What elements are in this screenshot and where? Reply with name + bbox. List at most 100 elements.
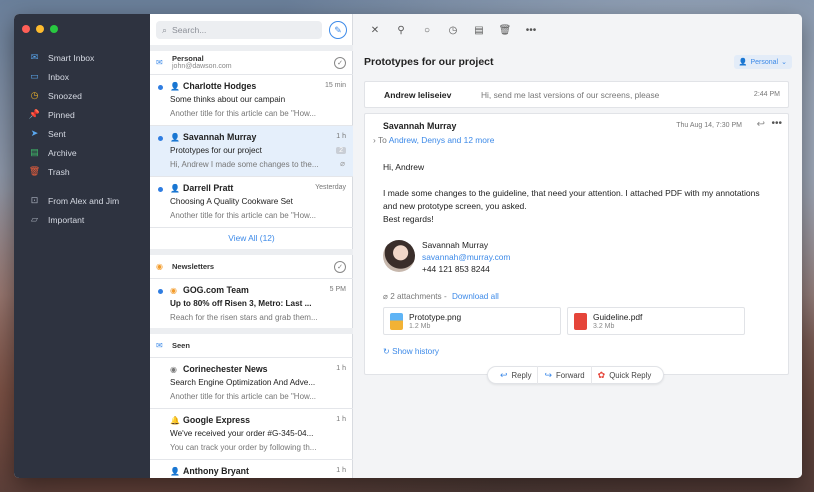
signature: Savannah Murray savannah@murray.com +44 … xyxy=(383,240,683,274)
attachment-item[interactable]: Prototype.png 1.2 Mb xyxy=(383,307,561,335)
sidebar-item-label: Sent xyxy=(48,128,66,139)
group-header-personal[interactable]: ✉ Personal john@dawson.com ✓ xyxy=(150,51,353,75)
message-time: 1 h xyxy=(336,416,346,423)
image-file-icon xyxy=(390,313,403,330)
reply-label: Reply xyxy=(511,370,532,380)
recipients-line[interactable]: › To Andrew, Denys and 12 more xyxy=(373,135,494,145)
message-preview: Reach for the risen stars and grab them.… xyxy=(170,313,318,322)
message-subject: We've received your order #G-345-04... xyxy=(170,429,314,438)
reply-actions-bar: ↩ Reply ↪ Forward ✿ Quick Reply xyxy=(487,366,665,384)
list-item[interactable]: 👤 Charlotte Hodges 15 min Some thinks ab… xyxy=(150,75,353,126)
show-history-link[interactable]: ↻ Show history xyxy=(383,346,439,356)
sidebar-item-label: From Alex and Jim xyxy=(48,195,120,206)
search-icon: ⌕ xyxy=(162,24,168,35)
message-sender: Google Express xyxy=(183,415,250,425)
attachments-count: 2 attachments xyxy=(390,292,442,301)
quick-reply-label: Quick Reply xyxy=(609,370,652,380)
sidebar-item-smart-inbox[interactable]: ✉ Smart Inbox xyxy=(14,48,150,67)
message-time: Yesterday xyxy=(315,184,346,191)
expanded-message: Savannah Murray › To Andrew, Denys and 1… xyxy=(364,113,789,375)
close-icon[interactable]: ✕ xyxy=(362,20,388,40)
unread-dot xyxy=(158,85,163,90)
list-item[interactable]: 👤 Darrell Pratt Yesterday Choosing A Qua… xyxy=(150,177,353,228)
group-header-seen[interactable]: ✉ Seen xyxy=(150,334,353,358)
message-sender: Charlotte Hodges xyxy=(183,81,257,91)
mark-all-read-icon[interactable]: ✓ xyxy=(334,261,346,273)
list-item[interactable]: ◉ GOG.com Team 5 PM Up to 80% off Risen … xyxy=(150,279,353,330)
attachment-name: Prototype.png xyxy=(409,312,462,322)
list-item[interactable]: 👤 Anthony Bryant 1 h xyxy=(150,460,353,478)
message-preview: Another title for this article can be "H… xyxy=(170,109,317,118)
search-input[interactable] xyxy=(172,25,313,35)
group-subtitle: john@dawson.com xyxy=(172,63,232,70)
more-icon[interactable]: ••• xyxy=(771,118,782,129)
person-icon: 👤 xyxy=(170,467,180,476)
rss-icon: ◉ xyxy=(170,365,177,374)
attachment-item[interactable]: Guideline.pdf 3.2 Mb xyxy=(567,307,745,335)
quick-reply-button[interactable]: ✿ Quick Reply xyxy=(590,366,658,384)
reply-button[interactable]: ↩ Reply xyxy=(494,366,537,384)
message-subject: Choosing A Quality Cookware Set xyxy=(170,197,293,206)
list-item-selected[interactable]: 👤 Savannah Murray 1 h Prototypes for our… xyxy=(150,126,353,177)
sidebar-item-from-alex-and-jim[interactable]: ⊡ From Alex and Jim xyxy=(14,191,150,210)
sidebar-item-snoozed[interactable]: ◷ Snoozed xyxy=(14,86,150,105)
sidebar-item-label: Snoozed xyxy=(48,90,82,101)
sidebar-item-trash[interactable]: 🗑 Trash xyxy=(14,162,150,181)
show-history-label: Show history xyxy=(392,347,440,356)
unread-dot xyxy=(158,187,163,192)
group-title: Seen xyxy=(172,341,190,350)
snooze-clock-icon[interactable]: ◷ xyxy=(440,20,466,40)
message-body: Hi, Andrew I made some changes to the gu… xyxy=(383,161,773,226)
account-label: Personal xyxy=(750,58,779,66)
attachments-header: ⌀ 2 attachments - Download all xyxy=(383,292,499,301)
list-item[interactable]: 🔔 Google Express 1 h We've received your… xyxy=(150,409,353,460)
collapsed-message[interactable]: Andrew Ieliseiev Hi, send me last versio… xyxy=(364,81,789,108)
thread-count-badge: 2 xyxy=(336,147,346,154)
signature-phone: +44 121 853 8244 xyxy=(422,264,490,274)
view-all-link[interactable]: View All (12) xyxy=(150,227,353,249)
person-icon: 👤 xyxy=(738,59,748,66)
group-header-newsletters[interactable]: ◉ Newsletters ✓ xyxy=(150,255,353,279)
message-date: Thu Aug 14, 7:30 PM xyxy=(676,122,742,129)
zoom-window-button[interactable] xyxy=(50,25,58,33)
mark-done-icon[interactable]: ○ xyxy=(414,20,440,40)
minimize-window-button[interactable] xyxy=(36,25,44,33)
smart-inbox-icon: ✉ xyxy=(30,52,39,62)
forward-button[interactable]: ↪ Forward xyxy=(537,366,590,384)
pin-icon[interactable]: ⚲ xyxy=(388,20,414,40)
sidebar: ✉ Smart Inbox ▭ Inbox ◷ Snoozed 📌 Pinned… xyxy=(14,14,150,478)
sidebar-item-inbox[interactable]: ▭ Inbox xyxy=(14,67,150,86)
person-icon: 👤 xyxy=(170,82,180,91)
unread-dot xyxy=(158,289,163,294)
message-preview: Another title for this article can be "H… xyxy=(170,211,317,220)
recipients-names[interactable]: Andrew, Denys and 12 more xyxy=(389,135,495,145)
sidebar-item-archive[interactable]: ▤ Archive xyxy=(14,143,150,162)
pencil-icon: ✎ xyxy=(334,24,342,35)
sidebar-item-pinned[interactable]: 📌 Pinned xyxy=(14,105,150,124)
sidebar-item-important[interactable]: ▱ Important xyxy=(14,210,150,229)
history-icon: ↻ xyxy=(383,347,390,356)
rss-icon: ◉ xyxy=(156,262,163,271)
message-time: 2:44 PM xyxy=(753,91,780,98)
bell-icon: 🔔 xyxy=(170,416,180,425)
inbox-icon: ▭ xyxy=(30,71,39,81)
close-window-button[interactable] xyxy=(22,25,30,33)
sidebar-item-sent[interactable]: ➤ Sent xyxy=(14,124,150,143)
paperclip-icon: ⌀ xyxy=(383,292,388,301)
signature-email[interactable]: savannah@murray.com xyxy=(422,252,510,262)
download-all-link[interactable]: Download all xyxy=(452,292,499,301)
trash-icon[interactable]: 🗑 xyxy=(492,20,518,40)
message-time: 15 min xyxy=(324,82,346,89)
message-list-pane: ⌕ ✎ ✉ Personal john@dawson.com ✓ 👤 Charl… xyxy=(150,14,353,478)
message-sender: Darrell Pratt xyxy=(183,183,234,193)
group-title: Newsletters xyxy=(172,262,215,271)
compose-button[interactable]: ✎ xyxy=(329,21,347,39)
forward-icon: ↪ xyxy=(544,369,553,380)
account-badge[interactable]: 👤 Personal ⌄ xyxy=(733,55,792,69)
mark-all-read-icon[interactable]: ✓ xyxy=(334,57,346,69)
list-item[interactable]: ◉ Corinechester News 1 h Search Engine O… xyxy=(150,358,353,409)
archive-icon[interactable]: ▤ xyxy=(466,20,492,40)
reply-icon[interactable]: ↩ xyxy=(757,119,765,130)
more-icon[interactable]: ••• xyxy=(518,20,544,40)
person-icon: 👤 xyxy=(170,184,180,193)
